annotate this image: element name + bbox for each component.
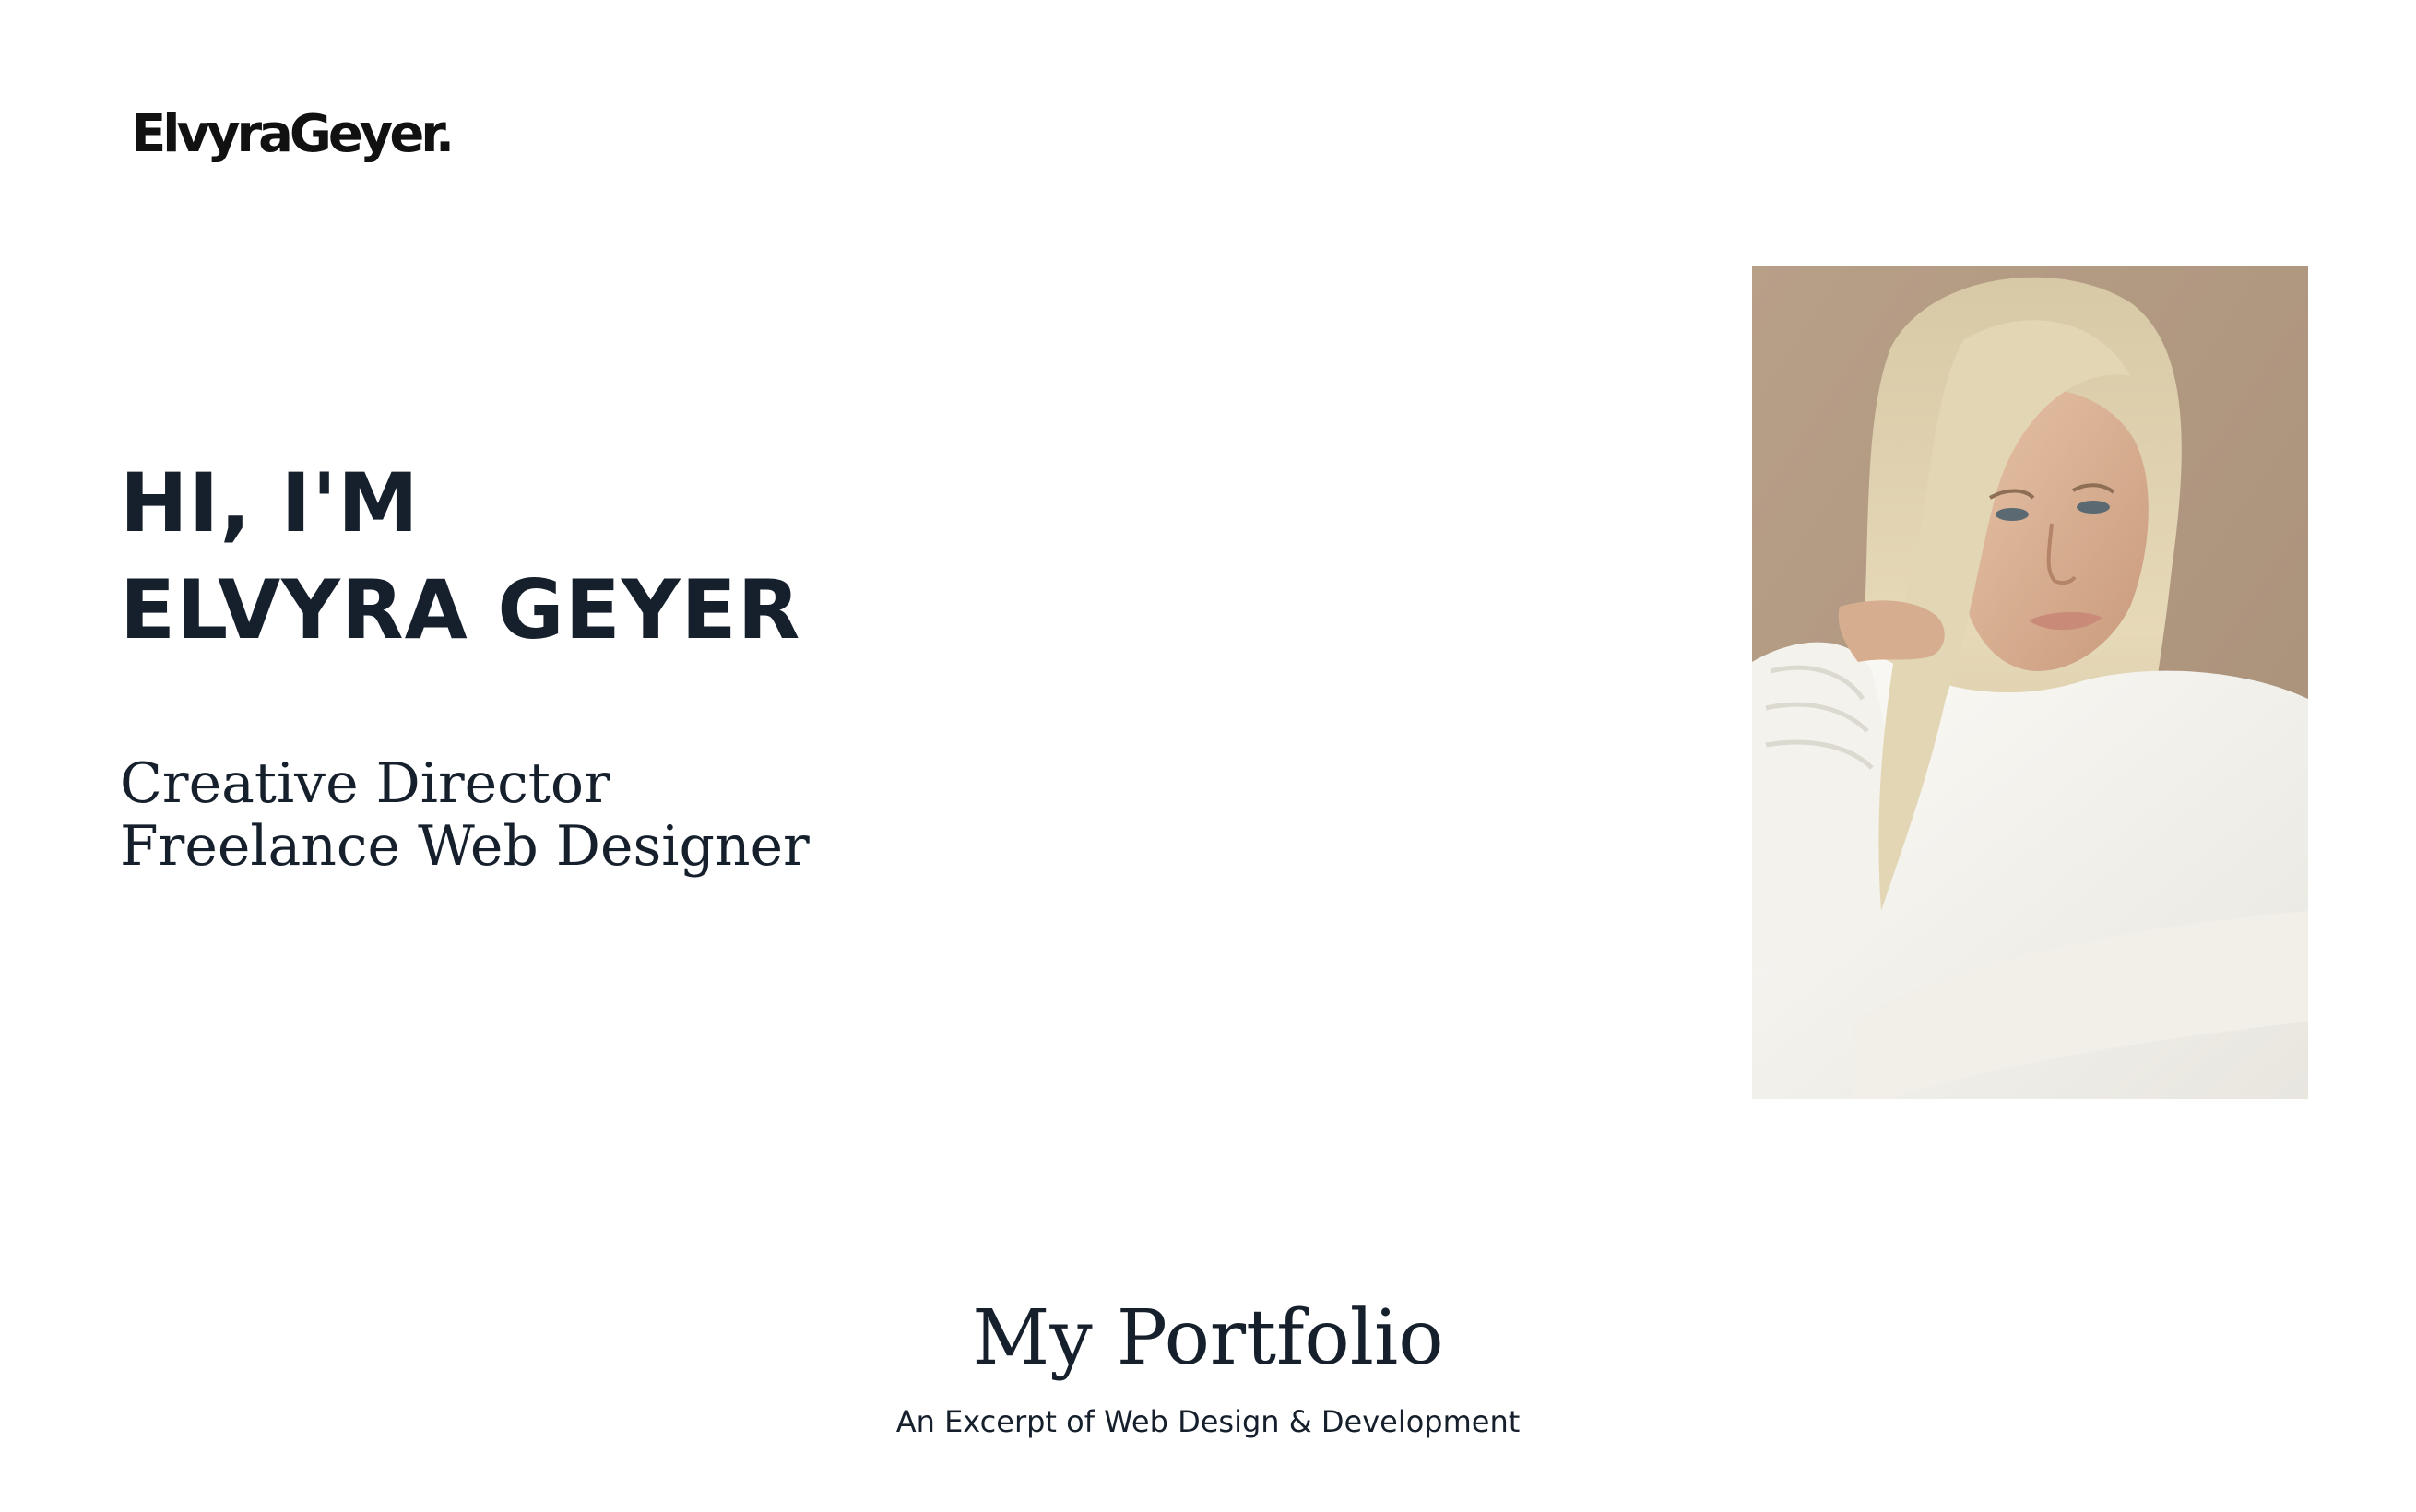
portrait-photo [1752,266,2308,1099]
hero-greeting: HI, I'M [120,455,420,550]
portfolio-title: My Portfolio [972,1294,1444,1382]
hero-name: ELVYRA GEYER [120,562,801,657]
hero-roles: Creative Director Freelance Web Designer [120,752,810,878]
hero-heading: HI, I'M ELVYRA GEYER [120,450,800,664]
portfolio-subtitle: An Excerpt of Web Design & Development [895,1404,1521,1439]
site-logo[interactable]: ElvyraGeyer. [131,109,455,160]
role-item: Freelance Web Designer [120,814,810,879]
role-item: Creative Director [120,751,610,816]
